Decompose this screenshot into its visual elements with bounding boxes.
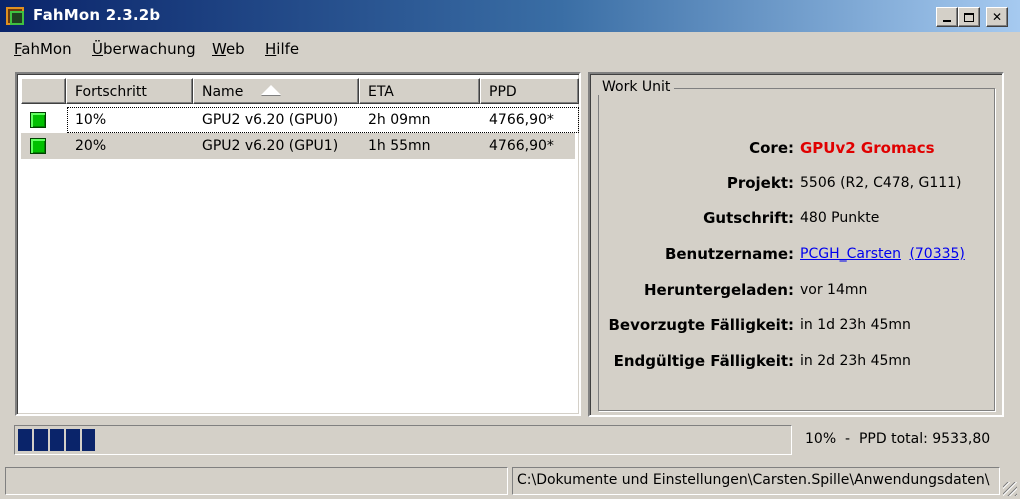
username-label: Benutzername: xyxy=(664,245,794,263)
close-icon: ✕ xyxy=(991,10,1003,24)
status-ok-icon xyxy=(30,112,46,128)
menu-hilfe-label: Hilfe xyxy=(265,40,300,58)
client-row[interactable]: 20% GPU2 v6.20 (GPU1) 1h 55mn 4766,90* xyxy=(21,133,575,159)
progress-block xyxy=(50,429,64,451)
status-pane-path: C:\Dokumente und Einstellungen\Carsten.S… xyxy=(512,467,1000,495)
progress-block xyxy=(66,429,80,451)
maximize-icon xyxy=(964,12,974,22)
clients-list-header: Fortschritt Name ETA PPD xyxy=(21,78,579,106)
sort-ascending-icon xyxy=(261,85,282,95)
client-progress: 20% xyxy=(75,138,107,154)
total-progress-bar xyxy=(14,425,792,455)
project-label: Projekt: xyxy=(726,174,794,192)
progress-block xyxy=(18,429,32,451)
status-bar: C:\Dokumente und Einstellungen\Carsten.S… xyxy=(0,463,1020,499)
client-name: GPU2 v6.20 (GPU0) xyxy=(202,112,339,128)
final-deadline-value: in 2d 23h 45mn xyxy=(800,353,911,369)
column-header-ppd-label: PPD xyxy=(489,84,517,100)
fahmon-app-icon[interactable] xyxy=(6,7,24,25)
team-link[interactable]: (70335) xyxy=(909,246,964,262)
clients-list[interactable]: Fortschritt Name ETA PPD 10% GPU2 v6.20 … xyxy=(15,72,581,416)
column-header-progress[interactable]: Fortschritt xyxy=(66,78,193,104)
column-header-name[interactable]: Name xyxy=(193,78,359,104)
client-ppd: 4766,90* xyxy=(489,112,554,128)
client-progress: 10% xyxy=(75,112,107,128)
column-header-eta-label: ETA xyxy=(368,84,394,100)
column-header-status[interactable] xyxy=(21,78,66,104)
client-eta: 2h 09mn xyxy=(368,112,431,128)
column-header-progress-label: Fortschritt xyxy=(75,84,147,100)
preferred-deadline-value: in 1d 23h 45mn xyxy=(800,317,911,333)
client-row[interactable]: 10% GPU2 v6.20 (GPU0) 2h 09mn 4766,90* xyxy=(21,107,579,133)
core-label: Core: xyxy=(749,139,794,157)
title-bar[interactable]: FahMon 2.3.2b ✕ xyxy=(0,0,1020,32)
column-header-eta[interactable]: ETA xyxy=(359,78,480,104)
client-name: GPU2 v6.20 (GPU1) xyxy=(202,138,339,154)
close-button[interactable]: ✕ xyxy=(986,7,1008,27)
client-ppd: 4766,90* xyxy=(489,138,554,154)
work-unit-legend: Work Unit xyxy=(598,79,675,95)
core-value: GPUv2 Gromacs xyxy=(800,139,935,157)
credit-label: Gutschrift: xyxy=(703,209,794,227)
client-eta: 1h 55mn xyxy=(368,138,431,154)
column-header-ppd[interactable]: PPD xyxy=(480,78,579,104)
menu-fahmon[interactable]: FahMon xyxy=(14,40,72,58)
project-value: 5506 (R2, C478, G111) xyxy=(800,175,962,191)
username-link[interactable]: PCGH_Carsten xyxy=(800,246,901,262)
progress-block xyxy=(34,429,48,451)
window-title: FahMon 2.3.2b xyxy=(33,6,161,24)
status-ok-icon xyxy=(30,138,46,154)
minimize-icon xyxy=(943,20,951,22)
column-header-name-label: Name xyxy=(202,84,244,100)
menu-web-label: Web xyxy=(212,40,245,58)
menu-ueberwachung[interactable]: Überwachung xyxy=(92,40,196,58)
menu-web[interactable]: Web xyxy=(212,40,245,58)
menu-fahmon-label: FahMon xyxy=(14,40,72,58)
progress-block xyxy=(82,429,95,451)
menu-ueberwachung-label: Überwachung xyxy=(92,40,196,58)
username-value: PCGH_Carsten (70335) xyxy=(800,246,965,262)
status-pane-left xyxy=(5,467,508,495)
progress-fill xyxy=(18,429,95,451)
credit-value: 480 Punkte xyxy=(800,210,880,226)
maximize-button[interactable] xyxy=(958,7,980,27)
final-deadline-label: Endgültige Fälligkeit: xyxy=(613,352,794,370)
menu-hilfe[interactable]: Hilfe xyxy=(265,40,299,58)
progress-summary: 10% - PPD total: 9533,80 xyxy=(805,431,991,447)
resize-grip[interactable] xyxy=(1003,482,1017,496)
menu-bar: FahMon Überwachung Web Hilfe xyxy=(0,34,1020,62)
downloaded-value: vor 14mn xyxy=(800,282,868,298)
preferred-deadline-label: Bevorzugte Fälligkeit: xyxy=(608,316,794,334)
downloaded-label: Heruntergeladen: xyxy=(644,281,794,299)
minimize-button[interactable] xyxy=(936,7,958,27)
